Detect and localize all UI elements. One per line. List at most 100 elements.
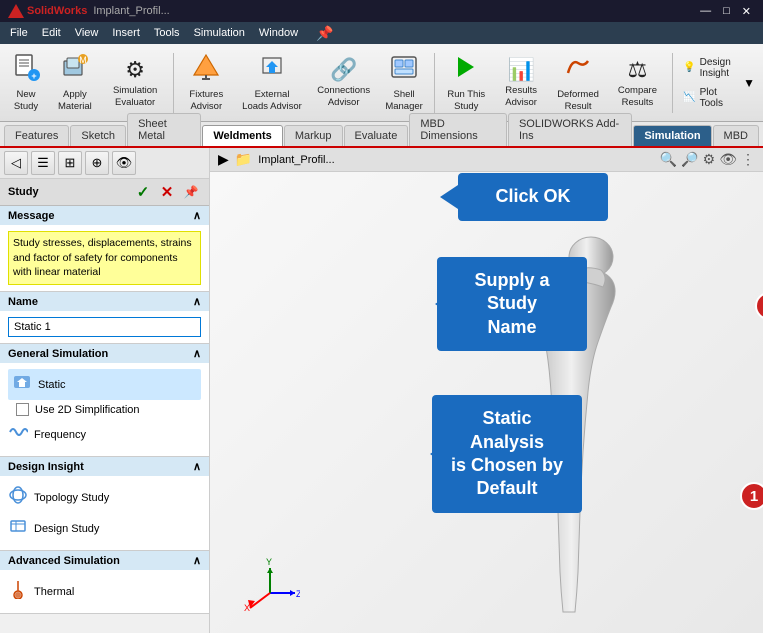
deformed-icon (564, 53, 592, 87)
view-icon[interactable]: 👁 (719, 151, 737, 168)
design-insight-icon: 💡 (683, 62, 695, 73)
breadcrumb-folder-icon: 📁 (235, 151, 252, 168)
tab-evaluate[interactable]: Evaluate (344, 125, 409, 146)
menu-simulation[interactable]: Simulation (188, 25, 251, 41)
static-option[interactable]: Static (8, 369, 201, 400)
pin-button[interactable]: 📌 (181, 182, 201, 202)
connections-advisor-button[interactable]: 🔗 Connections Advisor (311, 48, 377, 118)
mini-toolbar: ◁ ☰ ⊞ ⊕ 👁 (0, 148, 209, 179)
fixtures-advisor-button[interactable]: Fixtures Advisor (179, 48, 233, 118)
maximize-button[interactable]: □ (719, 5, 734, 17)
design-insight-section-label: Design Insight (8, 461, 84, 473)
menu-file[interactable]: File (4, 25, 34, 41)
run-study-button[interactable]: Run This Study (440, 48, 493, 118)
tab-simulation[interactable]: Simulation (633, 125, 711, 146)
results-advisor-button[interactable]: 📊 Results Advisor (495, 48, 548, 118)
advanced-sim-header[interactable]: Advanced Simulation ∧ (0, 551, 209, 570)
cancel-button[interactable]: ✕ (157, 182, 177, 202)
plot-tools-button[interactable]: 📉 Plot Tools (677, 85, 737, 111)
settings-icon[interactable]: ⚙ (703, 151, 716, 168)
compare-label: Compare Results (614, 85, 660, 108)
title-bar: SolidWorks Implant_Profil... — □ ✕ (0, 0, 763, 22)
message-content: Study stresses, displacements, strains a… (0, 225, 209, 291)
design-insight-section: Design Insight ∧ Topology Study (0, 457, 209, 551)
more-icon[interactable]: ⋮ (741, 151, 755, 168)
fixtures-icon (192, 53, 220, 87)
use2d-label: Use 2D Simplification (35, 404, 140, 416)
mini-btn-list[interactable]: ☰ (31, 151, 55, 175)
minimize-button[interactable]: — (696, 5, 715, 17)
use2d-option[interactable]: Use 2D Simplification (8, 400, 201, 419)
confirm-button[interactable]: ✓ (133, 182, 153, 202)
simulation-evaluator-label: Simulation Evaluator (108, 85, 163, 108)
toolbar-right: 💡 Design Insight 📉 Plot Tools ▼ (669, 48, 759, 118)
tab-mbd-dimensions[interactable]: MBD Dimensions (409, 113, 507, 146)
menu-tools[interactable]: Tools (148, 25, 186, 41)
thermal-icon (8, 579, 28, 604)
message-section-header[interactable]: Message ∧ (0, 206, 209, 225)
use2d-checkbox[interactable] (16, 403, 29, 416)
results-label: Results Advisor (501, 85, 542, 108)
mini-btn-eye[interactable]: 👁 (112, 151, 136, 175)
tab-markup[interactable]: Markup (284, 125, 343, 146)
thermal-option[interactable]: Thermal (8, 576, 201, 607)
menu-window[interactable]: Window (253, 25, 304, 41)
simulation-evaluator-button[interactable]: ⚙ Simulation Evaluator (102, 48, 169, 118)
design-insight-collapse-icon: ∧ (193, 460, 201, 473)
design-insight-header[interactable]: Design Insight ∧ (0, 457, 209, 476)
topology-study-option[interactable]: Topology Study (8, 482, 201, 513)
menu-edit[interactable]: Edit (36, 25, 67, 41)
deformed-result-button[interactable]: Deformed Result (550, 48, 607, 118)
tab-sketch[interactable]: Sketch (70, 125, 126, 146)
connections-label: Connections Advisor (317, 85, 371, 108)
menu-view[interactable]: View (69, 25, 105, 41)
frequency-icon (8, 422, 28, 447)
apply-material-button[interactable]: M Apply Material (50, 48, 100, 118)
plot-tools-label: Plot Tools (700, 87, 731, 109)
design-study-icon (8, 516, 28, 541)
toolbar: + New Study M Apply Material ⚙ Simulatio… (0, 44, 763, 122)
mini-btn-crosshair[interactable]: ⊕ (85, 151, 109, 175)
study-name-input[interactable] (8, 317, 201, 337)
shell-manager-button[interactable]: Shell Manager (379, 48, 429, 118)
static-label: Static (38, 379, 66, 391)
design-study-option[interactable]: Design Study (8, 513, 201, 544)
shell-manager-label: Shell Manager (385, 89, 423, 112)
apply-material-icon: M (61, 53, 89, 87)
mini-btn-arrow[interactable]: ◁ (4, 151, 28, 175)
filter-icon[interactable]: 🔎 (681, 151, 698, 168)
design-insight-button[interactable]: 💡 Design Insight (677, 55, 737, 81)
name-section-header[interactable]: Name ∧ (0, 292, 209, 311)
advanced-simulation-section: Advanced Simulation ∧ Thermal (0, 551, 209, 614)
canvas-container: ▶ 📁 Implant_Profil... 🔍 🔎 ⚙ 👁 ⋮ (210, 148, 763, 633)
callout-1: Static Analysisis Chosen byDefault 1 (430, 442, 448, 466)
callout-3-arrow (440, 185, 458, 209)
static-icon (12, 372, 32, 397)
breadcrumb-bar: ▶ 📁 Implant_Profil... 🔍 🔎 ⚙ 👁 ⋮ (210, 148, 763, 172)
search-icon[interactable]: 🔍 (660, 151, 677, 168)
menu-insert[interactable]: Insert (106, 25, 146, 41)
window-controls[interactable]: — □ ✕ (696, 5, 755, 18)
tab-mbd[interactable]: MBD (713, 125, 759, 146)
tab-features[interactable]: Features (4, 125, 69, 146)
mini-btn-grid[interactable]: ⊞ (58, 151, 82, 175)
message-collapse-icon: ∧ (193, 209, 201, 222)
external-loads-button[interactable]: External Loads Advisor (236, 48, 309, 118)
name-content (0, 311, 209, 343)
advanced-sim-content: Thermal (0, 570, 209, 613)
new-study-button[interactable]: + New Study (4, 48, 48, 118)
callout-1-number: 1 (740, 482, 763, 510)
tab-addins[interactable]: SOLIDWORKS Add-Ins (508, 113, 632, 146)
left-panel: ◁ ☰ ⊞ ⊕ 👁 Study ✓ ✕ 📌 Message ∧ Study st… (0, 148, 210, 633)
general-sim-header[interactable]: General Simulation ∧ (0, 344, 209, 363)
toolbar-expand-button[interactable]: ▼ (739, 72, 759, 94)
pin-icon[interactable]: 📌 (310, 23, 339, 44)
close-button[interactable]: ✕ (738, 5, 755, 18)
svg-text:Y: Y (266, 557, 272, 567)
tab-weldments[interactable]: Weldments (202, 125, 282, 146)
tab-sheet-metal[interactable]: Sheet Metal (127, 113, 201, 146)
frequency-option[interactable]: Frequency (8, 419, 201, 450)
general-sim-content: Static Use 2D Simplification Frequency (0, 363, 209, 456)
app-name-sw: SolidWorks (27, 5, 87, 17)
compare-results-button[interactable]: ⚖ Compare Results (608, 48, 666, 118)
